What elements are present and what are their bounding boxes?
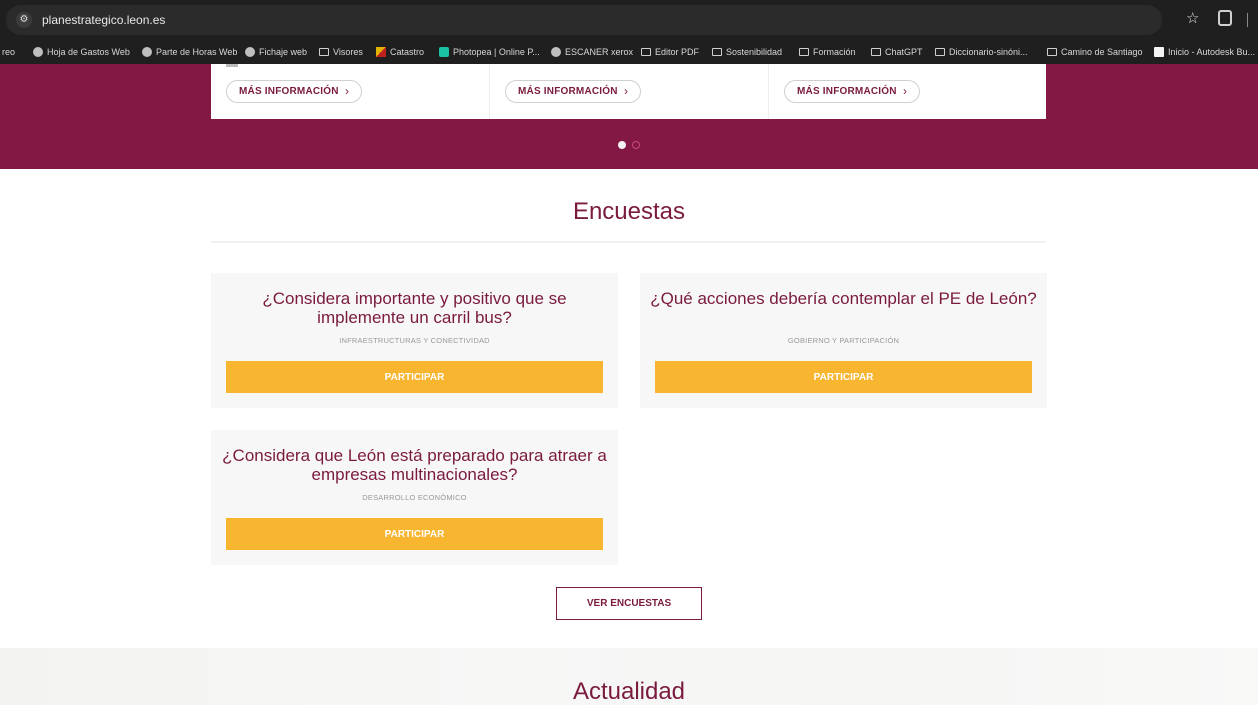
- catastro-icon: [376, 47, 386, 57]
- survey-card: ¿Qué acciones debería contemplar el PE d…: [640, 273, 1047, 408]
- bookmark-label: Photopea | Online P...: [453, 47, 540, 57]
- bookmark-item[interactable]: Editor PDF: [641, 40, 699, 64]
- globe-icon: [142, 47, 152, 57]
- bookmark-label: ChatGPT: [885, 47, 923, 57]
- more-info-button[interactable]: MÁS INFORMACIÓN ›: [226, 80, 362, 103]
- carousel-dot[interactable]: [632, 141, 640, 149]
- photopea-icon: [439, 47, 449, 57]
- autodesk-icon: [1154, 47, 1164, 57]
- bookmark-item[interactable]: Catastro: [376, 40, 424, 64]
- folder-icon: [935, 48, 945, 56]
- bookmark-item[interactable]: ChatGPT: [871, 40, 923, 64]
- chevron-right-icon: ›: [624, 84, 628, 98]
- hero-carousel: MÁS INFORMACIÓN › MÁS INFORMACIÓN › MÁS …: [0, 64, 1258, 169]
- section-divider: [211, 241, 1046, 243]
- carousel-card: MÁS INFORMACIÓN ›: [489, 64, 767, 119]
- bookmark-label: Camino de Santiago: [1061, 47, 1143, 57]
- folder-icon: [641, 48, 651, 56]
- globe-icon: [33, 47, 43, 57]
- chevron-right-icon: ›: [345, 84, 349, 98]
- bookmark-item[interactable]: Parte de Horas Web: [142, 40, 237, 64]
- bookmark-label: ESCANER xerox: [565, 47, 634, 57]
- survey-card: ¿Considera que León está preparado para …: [211, 430, 618, 565]
- view-surveys-button[interactable]: VER ENCUESTAS: [556, 587, 702, 620]
- bookmark-label: Fichaje web: [259, 47, 308, 57]
- carousel-cards: MÁS INFORMACIÓN › MÁS INFORMACIÓN › MÁS …: [211, 64, 1046, 119]
- carousel-card: MÁS INFORMACIÓN ›: [768, 64, 1046, 119]
- address-url[interactable]: planestrategico.leon.es: [42, 13, 165, 27]
- bookmark-label: Formación: [813, 47, 856, 57]
- folder-icon: [1047, 48, 1057, 56]
- actualidad-section: Actualidad: [0, 648, 1258, 705]
- page-content: MÁS INFORMACIÓN › MÁS INFORMACIÓN › MÁS …: [0, 64, 1258, 705]
- bookmark-label: Sostenibilidad: [726, 47, 783, 57]
- bookmark-item[interactable]: ESCANER xerox: [551, 40, 633, 64]
- bookmark-label: Catastro: [390, 47, 425, 57]
- bookmark-item[interactable]: Diccionario-sinóni...: [935, 40, 1028, 64]
- bookmark-label: Editor PDF: [655, 47, 700, 57]
- bookmarks-bar: reo Hoja de Gastos Web Parte de Horas We…: [0, 40, 1258, 64]
- more-info-button[interactable]: MÁS INFORMACIÓN ›: [505, 80, 641, 103]
- bookmark-item[interactable]: reo: [2, 40, 15, 64]
- survey-category: DESARROLLO ECONÓMICO: [362, 493, 467, 502]
- globe-icon: [245, 47, 255, 57]
- bookmark-star-icon[interactable]: ☆: [1186, 11, 1199, 26]
- bookmark-item[interactable]: Camino de Santiago: [1047, 40, 1143, 64]
- carousel-pagination: [618, 141, 640, 149]
- bookmark-label: Inicio - Autodesk Bu...: [1168, 47, 1256, 57]
- globe-icon: [551, 47, 561, 57]
- address-bar[interactable]: ⚙ planestrategico.leon.es: [6, 5, 1162, 35]
- survey-category: GOBIERNO Y PARTICIPACIÓN: [787, 336, 900, 345]
- card-text-fragment: [226, 64, 238, 67]
- extensions-icon[interactable]: [1218, 10, 1232, 26]
- survey-card: ¿Considera importante y positivo que se …: [211, 273, 618, 408]
- bookmark-item[interactable]: Sostenibilidad: [712, 40, 782, 64]
- folder-icon: [871, 48, 881, 56]
- bookmark-label: Parte de Horas Web: [156, 47, 238, 57]
- browser-toolbar: ⚙ planestrategico.leon.es ☆: [0, 0, 1258, 40]
- bookmark-item[interactable]: Fichaje web: [245, 40, 307, 64]
- site-info-icon[interactable]: ⚙: [16, 12, 32, 28]
- section-title-encuestas: Encuestas: [572, 198, 686, 225]
- survey-question: ¿Considera que León está preparado para …: [222, 446, 607, 484]
- bookmark-item[interactable]: Inicio - Autodesk Bu...: [1154, 40, 1255, 64]
- chevron-right-icon: ›: [903, 84, 907, 98]
- participate-button[interactable]: PARTICIPAR: [655, 361, 1032, 393]
- folder-icon: [799, 48, 809, 56]
- bookmark-label: Hoja de Gastos Web: [47, 47, 130, 57]
- bookmark-item[interactable]: Photopea | Online P...: [439, 40, 540, 64]
- bookmark-item[interactable]: Hoja de Gastos Web: [33, 40, 130, 64]
- bookmark-item[interactable]: Formación: [799, 40, 856, 64]
- survey-category: INFRAESTRUCTURAS Y CONECTIVIDAD: [339, 336, 490, 345]
- bookmark-label: Visores: [333, 47, 363, 57]
- bookmark-label: reo: [2, 47, 16, 57]
- survey-question: ¿Considera importante y positivo que se …: [262, 289, 567, 327]
- carousel-card: MÁS INFORMACIÓN ›: [211, 64, 489, 119]
- participate-button[interactable]: PARTICIPAR: [226, 361, 603, 393]
- participate-button[interactable]: PARTICIPAR: [226, 518, 603, 550]
- bookmark-item[interactable]: Visores: [319, 40, 363, 64]
- section-title-actualidad: Actualidad: [572, 678, 686, 705]
- folder-icon: [712, 48, 722, 56]
- more-info-button[interactable]: MÁS INFORMACIÓN ›: [784, 80, 920, 103]
- bookmark-label: Diccionario-sinóni...: [949, 47, 1028, 57]
- survey-question: ¿Qué acciones debería contemplar el PE d…: [650, 289, 1037, 308]
- carousel-dot-active[interactable]: [618, 141, 626, 149]
- folder-icon: [319, 48, 329, 56]
- toolbar-divider: [1247, 13, 1248, 27]
